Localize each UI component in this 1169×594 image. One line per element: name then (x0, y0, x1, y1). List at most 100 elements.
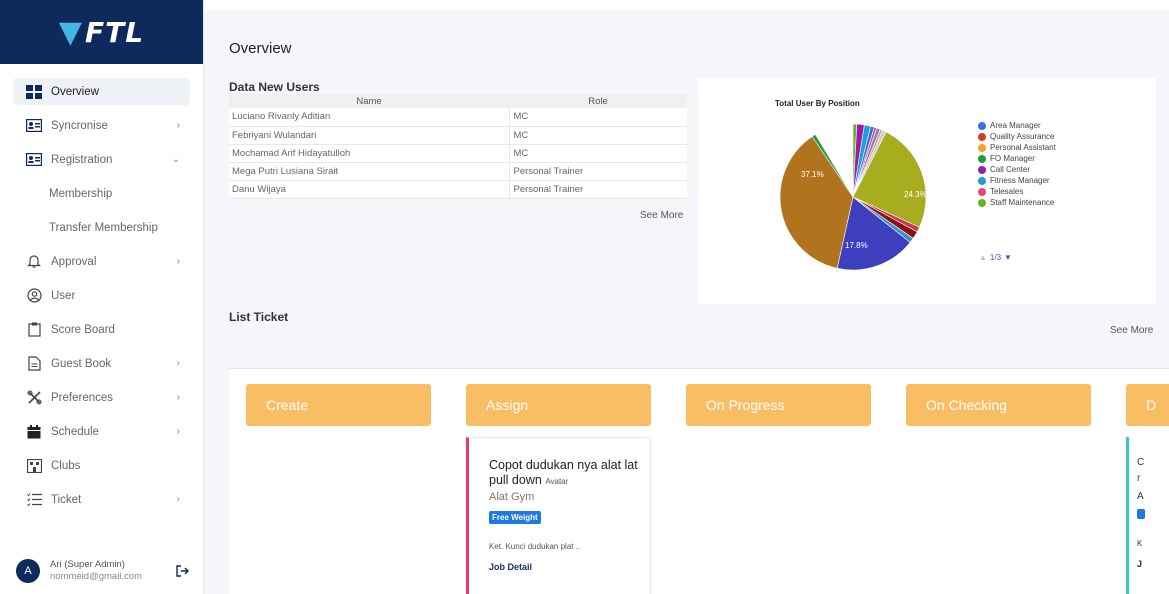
sidebar-item-label: Schedule (51, 425, 99, 438)
table-row[interactable]: Danu Wijaya Personal Trainer (229, 180, 687, 199)
user-role-cell: Personal Trainer (508, 162, 687, 181)
legend-label: Telesales (990, 187, 1024, 196)
sidebar-item-label: Overview (51, 85, 99, 98)
legend-dot (978, 132, 986, 141)
id-card-icon (26, 118, 42, 134)
sidebar-item-schedule[interactable]: Schedule › (13, 418, 190, 445)
clipboard-icon (26, 322, 42, 338)
column-done[interactable]: D (1126, 384, 1169, 426)
users-table: Name Role Luciano Rivanly Aditian MC Febr… (229, 94, 687, 199)
calendar-icon (26, 424, 42, 440)
sidebar-item-guest-book[interactable]: Guest Book › (13, 350, 190, 377)
ftl-logo[interactable]: ▼ FTL (59, 15, 144, 50)
legend-item[interactable]: FO Manager (978, 153, 1056, 164)
chevron-right-icon: › (176, 392, 180, 403)
logo-text: FTL (85, 15, 145, 49)
user-name-cell: Febriyani Wulandari (229, 126, 509, 145)
sidebar-item-registration[interactable]: Registration ⌄ (13, 146, 190, 173)
sidebar-item-overview[interactable]: Overview (13, 78, 190, 105)
sidebar-item-label: Clubs (51, 459, 81, 472)
document-icon (26, 356, 42, 372)
ticket-card-partial[interactable]: C r A K J (1126, 437, 1169, 594)
data-new-users-title: Data New Users (229, 80, 320, 94)
avatar[interactable]: A (16, 559, 40, 583)
table-row[interactable]: Mochamad Arif Hidayatulloh MC (229, 144, 687, 163)
ticket-avatar: Avatar (545, 477, 569, 486)
legend-dot (978, 143, 986, 152)
legend-item[interactable]: Call Center (978, 164, 1056, 175)
sidebar-item-approval[interactable]: Approval › (13, 248, 190, 275)
legend-item[interactable]: Quality Assurance (978, 131, 1056, 142)
table-row[interactable]: Febriyani Wulandari MC (229, 126, 687, 145)
sidebar-item-score-board[interactable]: Score Board (13, 316, 190, 343)
logo-mark-icon: ▼ (58, 14, 83, 50)
user-name-cell: Mega Putri Lusiana Sirait (229, 162, 509, 181)
id-card-icon (26, 152, 42, 168)
ticket-tag: Free Weight (489, 511, 541, 524)
pager-up-icon[interactable]: ▲ (979, 253, 987, 262)
table-row[interactable]: Mega Putri Lusiana Sirait Personal Traine… (229, 162, 687, 181)
slice-label-blue: 17.8% (845, 241, 868, 250)
legend-dot (978, 187, 986, 196)
table-row[interactable]: Luciano Rivanly Aditian MC (229, 108, 687, 127)
sidebar-nav: Overview Syncronise › Registration ⌄ Mem… (0, 78, 203, 513)
legend-dot (978, 154, 986, 163)
user-role-cell: MC (508, 108, 687, 127)
column-on-progress[interactable]: On Progress (686, 384, 871, 426)
legend-item[interactable]: Staff Maintenance (978, 197, 1056, 208)
column-on-checking[interactable]: On Checking (906, 384, 1091, 426)
slice-label-maintenance: 24.3% (904, 190, 927, 199)
user-name-cell: Luciano Rivanly Aditian (229, 108, 509, 127)
ticket-board: Create Assign On Progress On Checking D … (229, 368, 1169, 594)
legend-dot (978, 165, 986, 174)
partial-text: r (1137, 473, 1141, 484)
legend-item[interactable]: Personal Assistant (978, 142, 1056, 153)
legend-item[interactable]: Fitness Manager (978, 175, 1056, 186)
sidebar-item-ticket[interactable]: Ticket › (13, 486, 190, 513)
grid-icon (26, 84, 42, 100)
legend-dot (978, 176, 986, 185)
legend-item[interactable]: Area Manager (978, 120, 1056, 131)
ticket-card[interactable]: Copot dudukan nya alat lat pull down Ava… (466, 437, 651, 594)
tickets-see-more-link[interactable]: See More (1110, 325, 1153, 336)
legend-label: Personal Assistant (990, 143, 1056, 152)
logout-icon[interactable] (176, 564, 190, 578)
sidebar-item-preferences[interactable]: Preferences › (13, 384, 190, 411)
sidebar-item-label: Guest Book (51, 357, 112, 370)
chart-legend: Area Manager Quality Assurance Personal … (978, 120, 1056, 208)
users-see-more-link[interactable]: See More (640, 210, 683, 221)
legend-item[interactable]: Telesales (978, 186, 1056, 197)
pager-down-icon[interactable]: ▼ (1004, 253, 1012, 262)
user-info: Ari (Super Admin) nommeid@gmail.com (50, 559, 176, 583)
legend-label: Staff Maintenance (990, 198, 1055, 207)
legend-label: Fitness Manager (990, 176, 1050, 185)
slice-label-area: 37.1% (801, 170, 824, 179)
ticket-note: Ket. Kunci dudukan plat .. (489, 542, 581, 551)
sidebar-item-transfer-membership[interactable]: Transfer Membership (13, 214, 190, 241)
sidebar-item-syncronise[interactable]: Syncronise › (13, 112, 190, 139)
partial-text: K (1137, 539, 1143, 548)
sidebar-item-clubs[interactable]: Clubs (13, 452, 190, 479)
sidebar-item-label: Score Board (51, 323, 115, 336)
sidebar-item-membership[interactable]: Membership (13, 180, 190, 207)
legend-dot (978, 121, 986, 130)
partial-tag (1137, 509, 1145, 519)
legend-label: FO Manager (990, 154, 1035, 163)
chevron-right-icon: › (176, 494, 180, 505)
job-detail-link[interactable]: Job Detail (489, 562, 532, 572)
column-create[interactable]: Create (246, 384, 431, 426)
chevron-right-icon: › (176, 120, 180, 131)
building-icon (26, 458, 42, 474)
ticket-title: Copot dudukan nya alat lat pull down Ava… (489, 458, 649, 489)
user-name-cell: Mochamad Arif Hidayatulloh (229, 144, 509, 163)
user-name: Ari (Super Admin) (50, 559, 125, 570)
page-title: Overview (229, 40, 292, 57)
sidebar-item-user[interactable]: User (13, 282, 190, 309)
list-icon (26, 492, 42, 508)
tools-icon (26, 390, 42, 406)
partial-text: C (1137, 457, 1145, 468)
user-role-cell: Personal Trainer (508, 180, 687, 199)
user-name-cell: Danu Wijaya (229, 180, 509, 199)
pie-chart-card: Total User By Position 37.1% 24.3% 17.8%… (698, 78, 1156, 304)
column-assign[interactable]: Assign (466, 384, 651, 426)
